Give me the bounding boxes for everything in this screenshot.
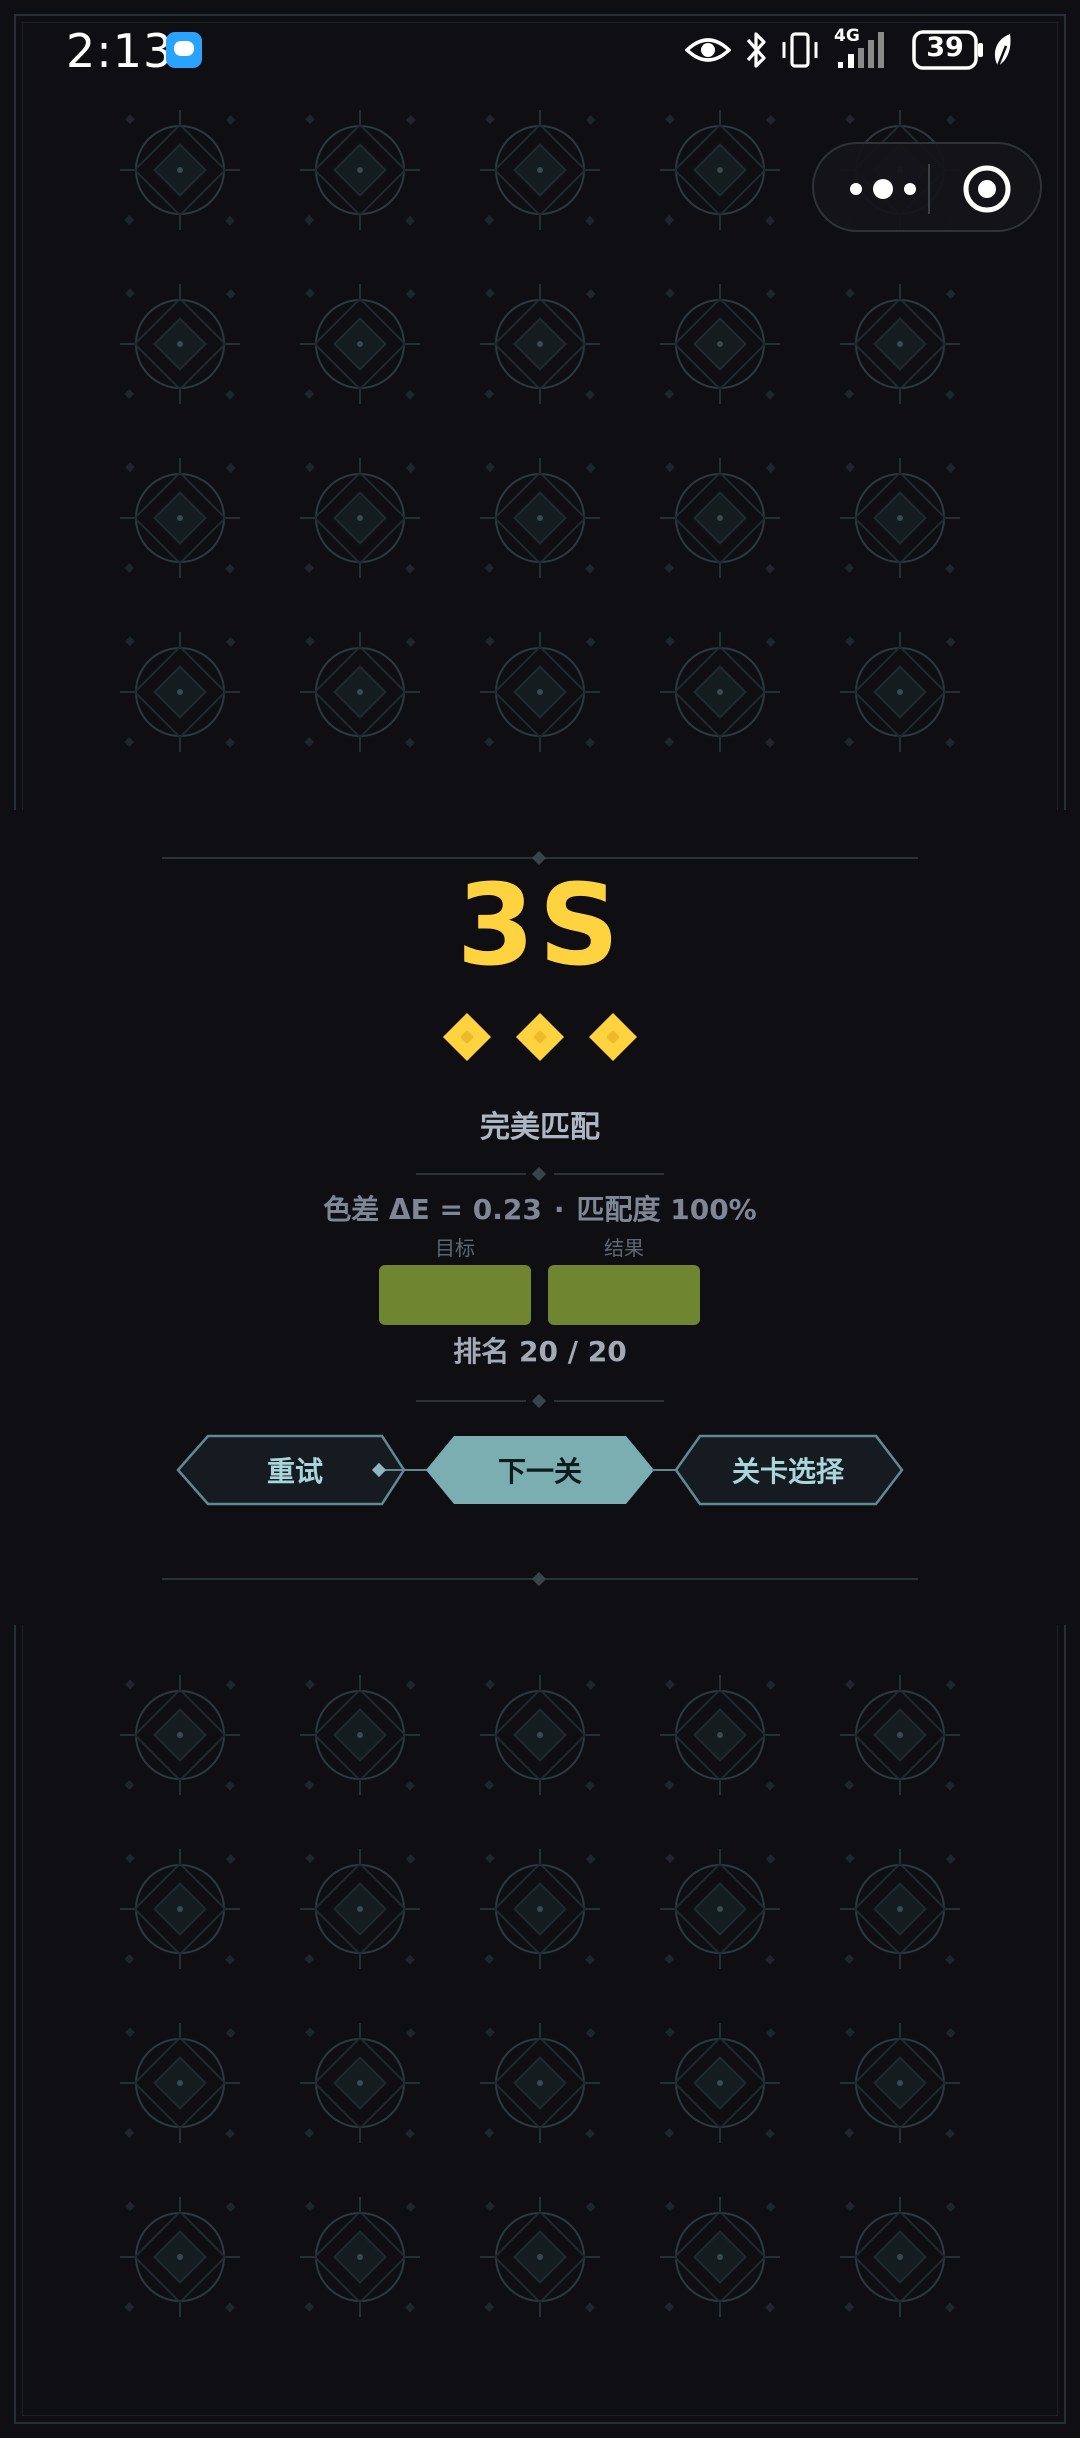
target-label: 目标 xyxy=(435,1236,475,1260)
grade-label: 3S xyxy=(456,861,624,991)
decorative-pattern-bottom xyxy=(120,1675,960,2317)
stats-separator: · xyxy=(553,1193,565,1226)
pattern-ornament xyxy=(300,1675,420,1795)
pattern-ornament xyxy=(480,1675,600,1795)
capsule-divider xyxy=(928,164,930,214)
pattern-ornament xyxy=(300,284,420,404)
verdict-text: 完美匹配 xyxy=(480,1110,600,1145)
pattern-ornament xyxy=(840,284,960,404)
pattern-ornament xyxy=(480,110,600,230)
more-options-icon[interactable] xyxy=(844,174,922,204)
pattern-ornament xyxy=(120,2023,240,2143)
eye-icon xyxy=(685,38,731,62)
level-select-button[interactable] xyxy=(676,1436,902,1506)
result-color-swatch xyxy=(548,1265,700,1325)
pattern-ornament xyxy=(480,458,600,578)
pattern-ornament xyxy=(660,632,780,752)
battery-level: 39 xyxy=(926,32,964,63)
game-result-screen: 2:13 4G 39 3S 完美匹配 色差 ΔE = 0.23 · 匹配度 10… xyxy=(0,0,1080,2438)
retry-button[interactable] xyxy=(178,1436,404,1506)
pattern-ornament xyxy=(660,1849,780,1969)
pattern-ornament xyxy=(480,284,600,404)
stats-line: 色差 ΔE = 0.23 · 匹配度 100% xyxy=(0,1188,1080,1228)
rank-text: 排名 20 / 20 xyxy=(453,1335,627,1368)
pattern-ornament xyxy=(300,2197,420,2317)
pattern-ornament xyxy=(480,1849,600,1969)
pattern-ornament xyxy=(840,1849,960,1969)
pattern-ornament xyxy=(660,1675,780,1795)
status-time: 2:13 xyxy=(66,24,174,78)
star-icon xyxy=(442,1012,492,1062)
pattern-ornament xyxy=(660,110,780,230)
pattern-ornament xyxy=(120,1849,240,1969)
star-icon xyxy=(515,1012,565,1062)
miniprogram-capsule xyxy=(812,142,1042,232)
pattern-ornament xyxy=(300,110,420,230)
stars-rating xyxy=(0,1012,1080,1062)
pattern-ornament xyxy=(120,284,240,404)
pattern-ornament xyxy=(660,458,780,578)
match-value: 匹配度 100% xyxy=(576,1193,757,1226)
pattern-ornament xyxy=(480,2197,600,2317)
divider-low-right xyxy=(554,1400,664,1402)
message-notification-icon xyxy=(166,32,202,68)
pattern-ornament xyxy=(300,458,420,578)
pattern-ornament xyxy=(840,2197,960,2317)
pattern-ornament xyxy=(660,284,780,404)
pattern-ornament xyxy=(840,1675,960,1795)
divider-mid-left xyxy=(416,1173,526,1175)
divider-low-left xyxy=(416,1400,526,1402)
result-label: 结果 xyxy=(604,1236,644,1260)
pattern-ornament xyxy=(300,632,420,752)
target-color-swatch xyxy=(379,1265,531,1325)
delta-e-value: 色差 ΔE = 0.23 xyxy=(323,1193,542,1226)
close-miniprogram-icon[interactable] xyxy=(962,164,1012,214)
pattern-ornament xyxy=(480,2023,600,2143)
pattern-ornament xyxy=(120,1675,240,1795)
pattern-ornament xyxy=(300,2023,420,2143)
pattern-ornament xyxy=(660,2023,780,2143)
power-saving-leaf-icon xyxy=(994,34,1011,67)
vibrate-icon xyxy=(782,32,818,68)
pattern-ornament xyxy=(840,632,960,752)
pattern-ornament xyxy=(120,458,240,578)
pattern-ornament xyxy=(120,110,240,230)
star-icon xyxy=(588,1012,638,1062)
divider-mid-right xyxy=(554,1173,664,1175)
pattern-ornament xyxy=(120,2197,240,2317)
next-level-button[interactable] xyxy=(426,1436,654,1506)
pattern-ornament xyxy=(480,632,600,752)
signal-icon xyxy=(838,32,884,68)
pattern-ornament xyxy=(120,632,240,752)
pattern-ornament xyxy=(660,2197,780,2317)
bluetooth-icon xyxy=(746,32,766,68)
pattern-ornament xyxy=(840,2023,960,2143)
status-bar: 2:13 4G 39 xyxy=(0,0,1080,100)
pattern-ornament xyxy=(840,458,960,578)
pattern-ornament xyxy=(300,1849,420,1969)
